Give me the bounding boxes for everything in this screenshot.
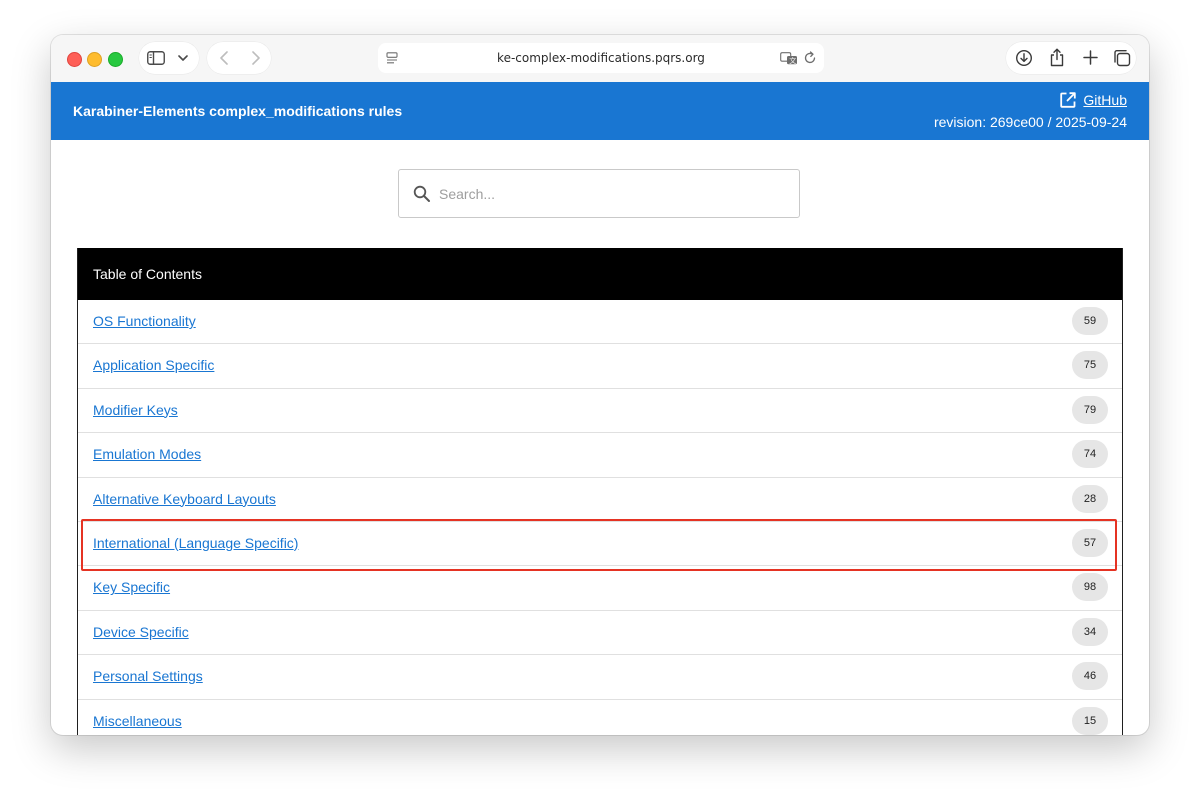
search-icon [413,185,430,202]
svg-text:文: 文 [789,56,796,65]
external-link-icon [1060,92,1077,108]
site-title: Karabiner-Elements complex_modifications… [73,103,403,119]
toolbar-actions-group [1006,42,1136,74]
toc-header: Table of Contents [78,248,1122,300]
toc-link[interactable]: Miscellaneous [93,713,182,729]
count-badge: 34 [1072,617,1108,646]
toc-link[interactable]: Key Specific [93,579,170,595]
toc-link[interactable]: Emulation Modes [93,446,201,462]
tab-overview-icon[interactable] [1113,49,1131,67]
toc-link[interactable]: Modifier Keys [93,402,178,418]
toc-item-application-specific: Application Specific 75 [78,344,1122,389]
reload-icon[interactable] [803,51,817,65]
count-badge: 46 [1072,662,1108,691]
site-header: Karabiner-Elements complex_modifications… [51,82,1149,140]
address-bar[interactable]: ke-complex-modifications.pqrs.org 文 [378,43,824,73]
toc-link[interactable]: Alternative Keyboard Layouts [93,491,276,507]
forward-icon[interactable] [251,51,261,65]
toc-item-emulation-modes: Emulation Modes 74 [78,433,1122,478]
download-icon[interactable] [1015,49,1033,67]
minimize-window-button[interactable] [87,52,102,67]
toc-link[interactable]: International (Language Specific) [93,535,298,551]
toc-item-alternative-keyboard-layouts: Alternative Keyboard Layouts 28 [78,478,1122,522]
toc-item-device-specific: Device Specific 34 [78,611,1122,656]
toc-link[interactable]: OS Functionality [93,313,196,329]
toc-item-os-functionality: OS Functionality 59 [78,300,1122,345]
sidebar-icon[interactable] [147,51,165,65]
count-badge: 15 [1072,706,1108,735]
toc-link[interactable]: Device Specific [93,624,189,640]
toc-link[interactable]: Personal Settings [93,668,203,684]
github-link[interactable]: GitHub [1059,91,1127,109]
count-badge: 74 [1072,440,1108,469]
url-text: ke-complex-modifications.pqrs.org [497,51,705,65]
revision-text: revision: 269ce00 / 2025-09-24 [933,114,1127,130]
count-badge: 79 [1072,395,1108,424]
navigation-group [207,42,271,74]
browser-window: ke-complex-modifications.pqrs.org 文 Kara… [51,35,1149,735]
github-link-label: GitHub [1083,92,1127,108]
count-badge: 28 [1072,484,1108,513]
chevron-down-icon[interactable] [178,54,188,62]
count-badge: 98 [1072,573,1108,602]
search-input[interactable] [439,170,789,217]
toc-item-international: International (Language Specific) 57 [78,522,1122,567]
count-badge: 59 [1072,307,1108,335]
toc-item-key-specific: Key Specific 98 [78,566,1122,611]
count-badge: 75 [1072,351,1108,380]
count-badge: 57 [1072,528,1108,557]
toc-item-personal-settings: Personal Settings 46 [78,655,1122,700]
table-of-contents: Table of Contents OS Functionality 59 Ap… [77,248,1123,735]
share-icon[interactable] [1049,48,1065,67]
close-window-button[interactable] [67,52,82,67]
browser-toolbar: ke-complex-modifications.pqrs.org 文 [51,35,1149,83]
back-icon[interactable] [219,51,229,65]
toc-item-modifier-keys: Modifier Keys 79 [78,389,1122,434]
zoom-window-button[interactable] [108,52,123,67]
translate-icon[interactable]: 文 [780,52,798,65]
toc-link[interactable]: Application Specific [93,357,214,373]
toc-item-miscellaneous: Miscellaneous 15 [78,700,1122,735]
search-box [398,169,800,218]
sidebar-toggle-group [139,42,199,74]
new-tab-icon[interactable] [1083,50,1098,65]
